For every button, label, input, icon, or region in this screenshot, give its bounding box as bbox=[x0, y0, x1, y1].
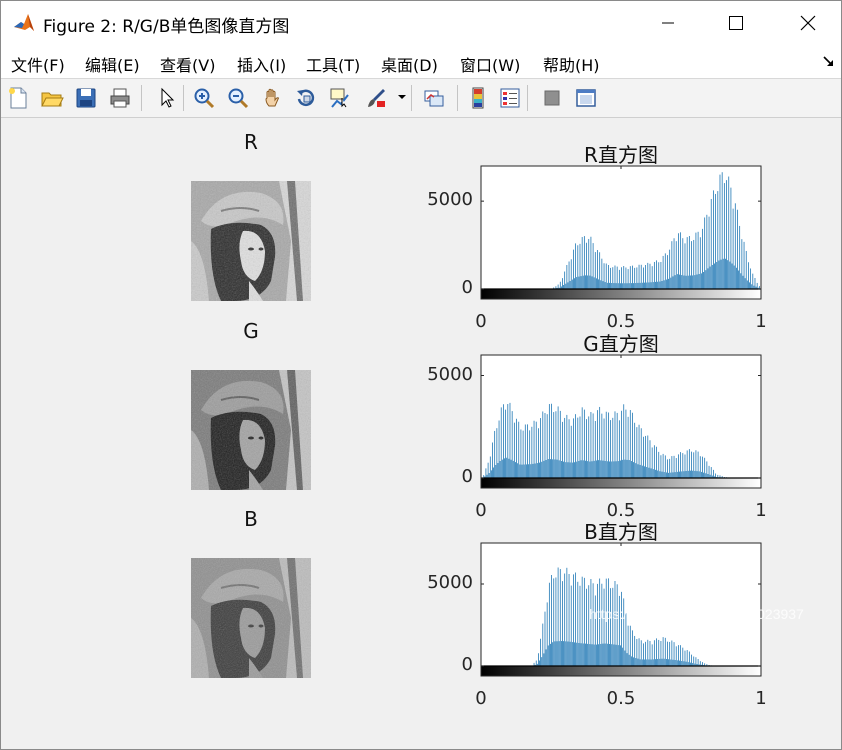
grayscale-colorbar bbox=[481, 289, 761, 299]
pan-button[interactable] bbox=[259, 85, 285, 111]
zoom-out-button[interactable] bbox=[225, 85, 251, 111]
link-plot-icon bbox=[424, 90, 444, 107]
close-icon bbox=[800, 15, 816, 31]
new-figure-icon bbox=[9, 87, 27, 109]
histogram-plot-r[interactable] bbox=[480, 165, 762, 300]
show-plot-tools-icon bbox=[576, 89, 596, 107]
channel-image-r bbox=[191, 181, 311, 301]
save-icon bbox=[76, 88, 96, 108]
menu-item-6[interactable]: 窗口(W) bbox=[460, 52, 520, 76]
maximize-button[interactable] bbox=[707, 1, 765, 45]
pointer-button[interactable] bbox=[153, 85, 179, 111]
grayscale-colorbar bbox=[481, 478, 761, 488]
menu-item-1[interactable]: 编辑(E) bbox=[85, 52, 140, 76]
zoom-out-icon bbox=[228, 88, 249, 109]
histogram-plot-g[interactable] bbox=[480, 354, 762, 489]
rotate-3d-button[interactable] bbox=[293, 85, 319, 111]
menu-item-3[interactable]: 插入(I) bbox=[237, 52, 286, 76]
y-tick-label: 5000 bbox=[427, 363, 473, 385]
toolbar-separator bbox=[457, 85, 458, 111]
pan-icon bbox=[265, 88, 280, 107]
y-tick-label: 0 bbox=[461, 654, 473, 675]
channel-image-g bbox=[191, 370, 311, 490]
watermark-text: https://blog.csdn.net/qq_23023937 bbox=[589, 606, 804, 622]
image-region bbox=[191, 370, 311, 490]
insert-colorbar-button[interactable] bbox=[465, 85, 491, 111]
figure-toolbar bbox=[1, 79, 841, 118]
pointer-icon bbox=[161, 87, 175, 108]
zoom-in-icon bbox=[194, 88, 215, 109]
y-tick-label: 0 bbox=[461, 466, 473, 487]
brush-button[interactable] bbox=[363, 85, 389, 111]
toolbar-separator bbox=[527, 85, 528, 111]
brush-dropdown-icon[interactable] bbox=[398, 93, 406, 101]
toolbar-separator bbox=[183, 85, 184, 111]
x-tick-label: 0.5 bbox=[606, 688, 636, 709]
image-title-b: B bbox=[244, 507, 258, 531]
window-title: Figure 2: R/G/B单色图像直方图 bbox=[43, 17, 290, 37]
toolbar-separator bbox=[411, 85, 412, 111]
histogram-title-r: R直方图 bbox=[584, 143, 658, 167]
new-figure-button[interactable] bbox=[5, 85, 31, 111]
image-title-r: R bbox=[244, 130, 258, 154]
image-title-g: G bbox=[243, 319, 259, 343]
menu-item-4[interactable]: 工具(T) bbox=[306, 52, 360, 76]
zoom-in-button[interactable] bbox=[191, 85, 217, 111]
print-button[interactable] bbox=[107, 85, 133, 111]
data-cursor-icon bbox=[330, 88, 349, 108]
image-region bbox=[191, 558, 311, 678]
menu-bar: 文件(F) 编辑(E) 查看(V) 插入(I) 工具(T) 桌面(D) 窗口(W) 帮助(H) bbox=[1, 45, 841, 79]
insert-legend-button[interactable] bbox=[497, 85, 523, 111]
minimize-icon bbox=[662, 22, 674, 24]
menu-item-2[interactable]: 查看(V) bbox=[160, 52, 215, 76]
save-button[interactable] bbox=[73, 85, 99, 111]
x-tick-label: 0 bbox=[475, 688, 487, 709]
histogram-title-g: G直方图 bbox=[583, 332, 659, 356]
matlab-logo-icon bbox=[13, 12, 35, 34]
show-plot-tools-button[interactable] bbox=[573, 85, 599, 111]
menu-item-7[interactable]: 帮助(H) bbox=[543, 52, 600, 76]
open-file-button[interactable] bbox=[39, 85, 65, 111]
figure-window: Figure 2: R/G/B单色图像直方图 文件(F) 编辑(E) 查看(V) 插入… bbox=[0, 0, 842, 750]
histogram-title-b: B直方图 bbox=[584, 520, 658, 544]
menu-item-5[interactable]: 桌面(D) bbox=[381, 52, 438, 76]
insert-legend-icon bbox=[500, 88, 520, 108]
y-tick-label: 0 bbox=[461, 277, 473, 298]
data-cursor-button[interactable] bbox=[327, 85, 353, 111]
close-button[interactable] bbox=[779, 1, 837, 45]
title-bar[interactable]: Figure 2: R/G/B单色图像直方图 bbox=[1, 1, 841, 45]
y-tick-label: 5000 bbox=[427, 189, 473, 211]
open-file-icon bbox=[41, 92, 64, 107]
hide-plot-tools-icon bbox=[544, 90, 560, 106]
dock-figure-icon[interactable] bbox=[823, 56, 835, 68]
insert-colorbar-icon bbox=[472, 87, 484, 109]
brush-icon bbox=[368, 89, 385, 107]
x-tick-label: 1 bbox=[755, 688, 767, 709]
grayscale-colorbar bbox=[481, 666, 761, 676]
maximize-icon bbox=[729, 16, 743, 30]
toolbar-separator bbox=[141, 85, 142, 111]
y-tick-label: 5000 bbox=[427, 572, 473, 593]
minimize-button[interactable] bbox=[639, 1, 697, 45]
rotate-3d-icon bbox=[297, 89, 315, 107]
print-icon bbox=[110, 88, 130, 108]
image-region bbox=[191, 181, 311, 301]
link-plot-button[interactable] bbox=[421, 85, 447, 111]
figure-canvas: R R直方图 0 5000 0 0.5 1 G G直方图 0 5000 0 0.5 1 B B直方图 0 5000… bbox=[1, 118, 841, 749]
menu-item-0[interactable]: 文件(F) bbox=[11, 52, 65, 76]
channel-image-b bbox=[191, 558, 311, 678]
hide-plot-tools-button[interactable] bbox=[539, 85, 565, 111]
